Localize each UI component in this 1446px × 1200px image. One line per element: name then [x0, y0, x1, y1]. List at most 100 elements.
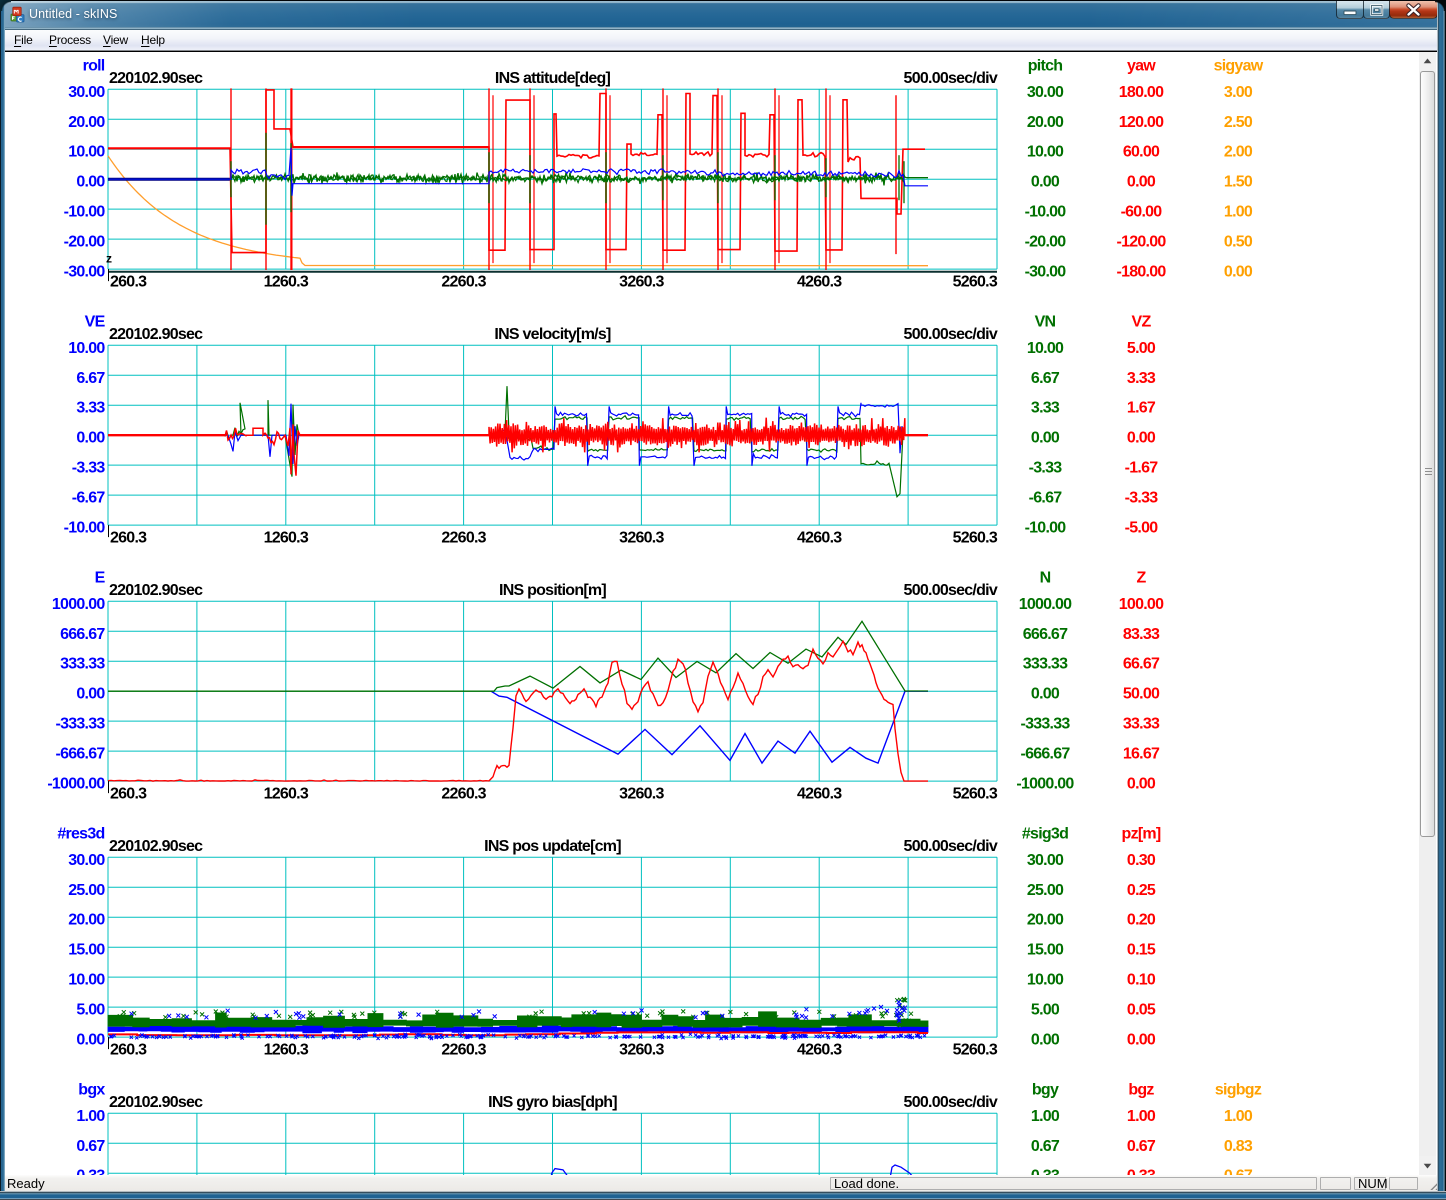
svg-text:0.00: 0.00	[1127, 174, 1156, 191]
svg-text:5260.3: 5260.3	[953, 786, 998, 803]
svg-text:3.33: 3.33	[1127, 370, 1156, 387]
svg-text:-30.00: -30.00	[1025, 264, 1067, 281]
svg-text:10.00: 10.00	[68, 340, 105, 357]
svg-text:1000.00: 1000.00	[1019, 596, 1072, 613]
svg-text:5260.3: 5260.3	[953, 274, 998, 291]
svg-text:2260.3: 2260.3	[441, 786, 486, 803]
svg-text:1.00: 1.00	[1224, 1108, 1253, 1125]
svg-text:5.00: 5.00	[1031, 1002, 1060, 1019]
svg-text:1.50: 1.50	[1224, 174, 1253, 191]
svg-text:500.00sec/div: 500.00sec/div	[904, 582, 998, 599]
svg-text:500.00sec/div: 500.00sec/div	[904, 70, 998, 87]
svg-text:INS position[m]: INS position[m]	[499, 582, 606, 599]
svg-text:0.67: 0.67	[76, 1138, 105, 1155]
svg-text:1260.3: 1260.3	[264, 786, 309, 803]
svg-text:0.20: 0.20	[1127, 912, 1156, 929]
svg-text:10.00: 10.00	[68, 144, 105, 161]
svg-text:0.15: 0.15	[1127, 942, 1156, 959]
svg-text:bgy: bgy	[1032, 1082, 1059, 1099]
svg-text:1.67: 1.67	[1127, 400, 1156, 417]
svg-text:3.33: 3.33	[1031, 400, 1060, 417]
svg-text:30.00: 30.00	[1027, 852, 1064, 869]
svg-text:0.30: 0.30	[1127, 852, 1156, 869]
svg-text:0.25: 0.25	[1127, 882, 1156, 899]
svg-text:sigyaw: sigyaw	[1214, 58, 1264, 75]
svg-text:-6.67: -6.67	[1029, 490, 1063, 507]
svg-text:333.33: 333.33	[60, 656, 105, 673]
svg-text:0.50: 0.50	[1224, 234, 1253, 251]
svg-text:VN: VN	[1035, 314, 1056, 331]
svg-text:1.00: 1.00	[1224, 204, 1253, 221]
svg-text:2260.3: 2260.3	[441, 530, 486, 547]
svg-text:50.00: 50.00	[1123, 686, 1160, 703]
svg-text:0.67: 0.67	[1127, 1138, 1156, 1155]
svg-text:roll: roll	[83, 58, 105, 75]
svg-text:0.00: 0.00	[1127, 1032, 1156, 1049]
svg-text:#sig3d: #sig3d	[1022, 826, 1068, 843]
svg-text:83.33: 83.33	[1123, 626, 1160, 643]
svg-text:6.67: 6.67	[76, 370, 105, 387]
svg-text:3260.3: 3260.3	[619, 1042, 664, 1059]
svg-text:25.00: 25.00	[68, 882, 105, 899]
svg-text:30.00: 30.00	[1027, 84, 1064, 101]
svg-text:3260.3: 3260.3	[619, 786, 664, 803]
svg-text:1.00: 1.00	[1031, 1108, 1060, 1125]
svg-text:20.00: 20.00	[68, 912, 105, 929]
svg-text:220102.90sec: 220102.90sec	[109, 70, 203, 87]
svg-text:20.00: 20.00	[68, 114, 105, 131]
svg-text:-3.33: -3.33	[72, 460, 106, 477]
svg-text:0.00: 0.00	[1031, 1032, 1060, 1049]
svg-text:1.00: 1.00	[1127, 1108, 1156, 1125]
svg-text:260.3: 260.3	[110, 530, 147, 547]
svg-text:INS gyro bias[dph]: INS gyro bias[dph]	[488, 1094, 617, 1111]
svg-text:-666.67: -666.67	[55, 746, 105, 763]
svg-text:-6.67: -6.67	[72, 490, 106, 507]
svg-text:180.00: 180.00	[1119, 84, 1164, 101]
svg-text:120.00: 120.00	[1119, 114, 1164, 131]
svg-text:500.00sec/div: 500.00sec/div	[904, 1094, 998, 1111]
svg-text:INS pos update[cm]: INS pos update[cm]	[484, 838, 621, 855]
svg-text:1260.3: 1260.3	[264, 1042, 309, 1059]
svg-text:2260.3: 2260.3	[441, 274, 486, 291]
svg-text:16.67: 16.67	[1123, 746, 1160, 763]
svg-text:yaw: yaw	[1127, 58, 1156, 75]
svg-text:3260.3: 3260.3	[619, 274, 664, 291]
svg-text:10.00: 10.00	[68, 972, 105, 989]
svg-text:-1.67: -1.67	[1125, 460, 1159, 477]
svg-text:10.00: 10.00	[1027, 144, 1064, 161]
svg-text:0.10: 0.10	[1127, 972, 1156, 989]
svg-text:10.00: 10.00	[1027, 340, 1064, 357]
svg-text:-10.00: -10.00	[64, 204, 106, 221]
svg-text:15.00: 15.00	[1027, 942, 1064, 959]
svg-text:-333.33: -333.33	[1020, 716, 1070, 733]
svg-text:4260.3: 4260.3	[797, 1042, 842, 1059]
svg-text:E: E	[95, 570, 106, 587]
svg-text:2260.3: 2260.3	[441, 1042, 486, 1059]
svg-text:-10.00: -10.00	[64, 520, 106, 537]
svg-text:z: z	[106, 252, 112, 266]
svg-text:bgx: bgx	[78, 1082, 105, 1099]
svg-text:220102.90sec: 220102.90sec	[109, 582, 203, 599]
svg-text:VZ: VZ	[1132, 314, 1152, 331]
svg-text:0.05: 0.05	[1127, 1002, 1156, 1019]
svg-text:30.00: 30.00	[68, 84, 105, 101]
svg-text:1260.3: 1260.3	[264, 530, 309, 547]
svg-text:6.67: 6.67	[1031, 370, 1060, 387]
svg-text:-10.00: -10.00	[1025, 520, 1067, 537]
svg-text:-10.00: -10.00	[1025, 204, 1067, 221]
svg-text:3.33: 3.33	[76, 400, 105, 417]
svg-text:4260.3: 4260.3	[797, 786, 842, 803]
svg-text:33.33: 33.33	[1123, 716, 1160, 733]
svg-text:15.00: 15.00	[68, 942, 105, 959]
svg-text:-666.67: -666.67	[1020, 746, 1070, 763]
svg-text:-60.00: -60.00	[1121, 204, 1163, 221]
svg-text:1260.3: 1260.3	[264, 274, 309, 291]
svg-text:0.83: 0.83	[1224, 1138, 1253, 1155]
svg-text:0.00: 0.00	[1127, 776, 1156, 793]
svg-text:0.00: 0.00	[76, 174, 105, 191]
svg-text:1.00: 1.00	[76, 1108, 105, 1125]
svg-text:-333.33: -333.33	[55, 716, 105, 733]
svg-text:260.3: 260.3	[110, 274, 147, 291]
svg-text:3260.3: 3260.3	[619, 530, 664, 547]
svg-text:VE: VE	[85, 314, 106, 331]
